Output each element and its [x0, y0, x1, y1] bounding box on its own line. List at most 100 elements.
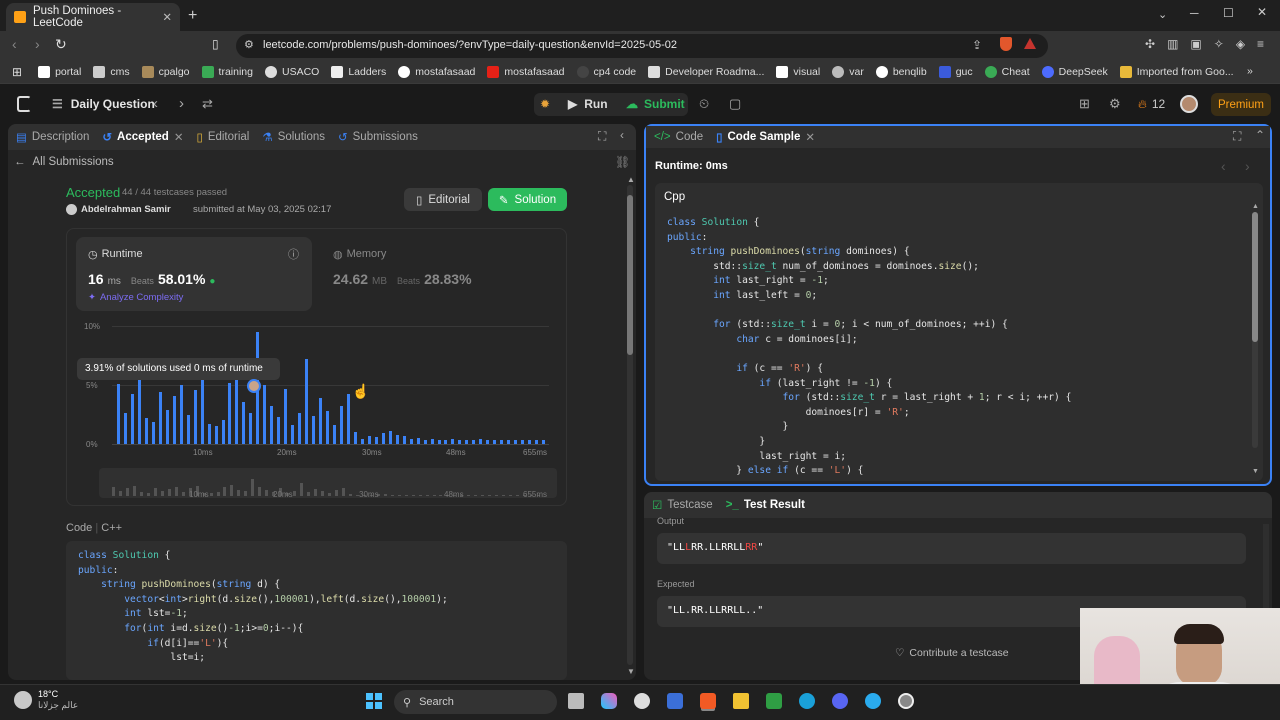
bookmark-icon[interactable]: ▯ [212, 37, 219, 51]
github-desktop-icon[interactable] [634, 693, 650, 709]
brave-shield-icon[interactable] [1000, 37, 1012, 51]
timer-icon[interactable]: ⏲ [699, 96, 709, 112]
bookmark-roadmap[interactable]: Developer Roadma... [648, 65, 764, 78]
histogram-bar[interactable] [291, 425, 295, 444]
tab-solutions[interactable]: ⚗ Solutions [262, 130, 325, 144]
histogram-bar[interactable] [137, 375, 141, 444]
histogram-bar[interactable] [221, 420, 225, 444]
histogram-bar[interactable] [346, 394, 350, 444]
brave-icon[interactable] [700, 693, 716, 709]
tab-code[interactable]: </> Code [654, 131, 703, 143]
bookmark-folder[interactable]: Imported from Goo... [1119, 65, 1234, 78]
tab-editorial[interactable]: ▯ Editorial [196, 130, 249, 144]
apps-icon[interactable]: ⊞ [12, 65, 22, 79]
histogram-bar[interactable] [144, 418, 148, 444]
task-view-icon[interactable] [568, 693, 584, 709]
bookmark-cpalgo[interactable]: cpalgo [141, 65, 190, 78]
histogram-bar[interactable] [172, 395, 176, 444]
histogram-bar[interactable] [312, 415, 316, 444]
maximize-button[interactable]: ☐ [1223, 6, 1234, 20]
extension-icon[interactable]: ✣ [1145, 37, 1155, 51]
bookmark-cms[interactable]: cms [93, 65, 130, 78]
histogram-bar[interactable] [353, 432, 357, 444]
windows-start-icon[interactable] [366, 693, 382, 709]
debug-icon[interactable]: ✹ [540, 97, 550, 111]
streak-counter[interactable]: 🔥︎ 12 [1138, 97, 1165, 112]
histogram-bar[interactable] [326, 410, 330, 444]
scroll-up-icon[interactable]: ▲ [1252, 203, 1259, 210]
bookmark-github-1[interactable]: mostafasaad [398, 65, 475, 78]
histogram-bar[interactable] [319, 397, 323, 444]
discord-icon[interactable] [832, 693, 848, 709]
tab-testcase[interactable]: ☑ Testcase [652, 498, 713, 512]
tab-list-icon[interactable]: ⌄ [1158, 8, 1167, 21]
left-scrollbar[interactable] [627, 185, 633, 665]
histogram-bar[interactable] [165, 409, 169, 444]
histogram-bar[interactable] [249, 413, 253, 444]
bookmark-cheat[interactable]: Cheat [984, 65, 1030, 78]
histogram-bar[interactable] [381, 433, 385, 444]
brave-rewards-icon[interactable] [1024, 38, 1036, 49]
back-icon[interactable]: ‹ [12, 36, 17, 52]
bookmark-guc[interactable]: guc [938, 65, 973, 78]
histogram-bar[interactable] [263, 385, 267, 444]
telegram-icon[interactable] [865, 693, 881, 709]
histogram-bar[interactable] [193, 389, 197, 444]
file-explorer-icon[interactable] [733, 693, 749, 709]
share-icon[interactable]: ⇪ [972, 38, 982, 52]
bookmark-portal[interactable]: portal [38, 65, 81, 78]
histogram-bar[interactable] [235, 373, 239, 444]
scroll-down-icon[interactable]: ▼ [627, 667, 635, 676]
wallet-icon[interactable]: ▣ [1190, 37, 1201, 51]
contribute-testcase-link[interactable]: ♡ Contribute a testcase [895, 647, 1009, 659]
close-tab-icon[interactable]: ✕ [162, 10, 172, 24]
memory-label[interactable]: ◍ Memory [333, 248, 386, 261]
code-scrollbar[interactable] [1252, 212, 1258, 448]
chrome-icon[interactable] [898, 693, 914, 709]
histogram-bar[interactable] [207, 423, 211, 444]
collapse-up-icon[interactable]: ⌃ [1255, 128, 1265, 142]
menu-icon[interactable]: ≡ [1257, 37, 1264, 51]
bookmark-ladders[interactable]: Ladders [331, 65, 386, 78]
weather-widget[interactable]: 18°C عالم جزلانا [14, 689, 78, 711]
next-problem-icon[interactable]: › [179, 95, 184, 112]
histogram-bar[interactable] [179, 385, 183, 444]
editorial-button[interactable]: ▯ Editorial [404, 188, 482, 211]
more-bookmarks-icon[interactable]: » [1247, 65, 1253, 77]
histogram-bar[interactable] [151, 421, 155, 444]
forward-icon[interactable]: › [35, 36, 40, 52]
vscode-icon[interactable] [667, 693, 683, 709]
histogram-bar[interactable] [374, 436, 378, 444]
histogram-bar[interactable] [402, 435, 406, 444]
expand-icon[interactable]: ⛶ [1233, 129, 1241, 144]
histogram-bar[interactable] [333, 425, 336, 444]
expand-icon[interactable]: ⛶ [598, 129, 606, 144]
leetcode-logo-icon[interactable] [17, 96, 31, 112]
histogram-bar[interactable] [130, 394, 134, 444]
info-icon[interactable]: ⓘ [288, 246, 299, 262]
histogram-bar[interactable] [270, 406, 274, 444]
tab-submissions[interactable]: ↺ Submissions [338, 130, 418, 144]
histogram-bar[interactable] [200, 377, 204, 444]
scroll-down-icon[interactable]: ▼ [1252, 468, 1259, 475]
new-tab-button[interactable]: + [188, 7, 197, 25]
histogram-bar[interactable] [305, 359, 309, 444]
bookmark-benqlib[interactable]: benqlib [875, 65, 927, 78]
close-tab-x-icon[interactable]: ✕ [174, 130, 184, 144]
leo-icon[interactable]: ✧ [1214, 37, 1224, 51]
histogram-bar[interactable] [158, 392, 162, 444]
bookmark-usaco[interactable]: USACO [264, 65, 319, 78]
link-icon[interactable]: ⛓ [615, 155, 630, 169]
edge-icon[interactable] [799, 693, 815, 709]
taskbar-search[interactable]: ⚲ Search [394, 690, 557, 714]
tab-code-sample[interactable]: ▯ Code Sample ✕ [716, 130, 815, 144]
minimize-button[interactable]: ─ [1190, 6, 1199, 20]
reload-icon[interactable]: ↻ [55, 36, 67, 53]
histogram-bar[interactable] [277, 416, 281, 444]
bookmark-deepseek[interactable]: DeepSeek [1041, 65, 1108, 78]
histogram-bar[interactable] [242, 401, 246, 444]
settings-gear-icon[interactable]: ⚙ [1109, 96, 1121, 112]
analyze-complexity-link[interactable]: ✦ Analyze Complexity [88, 292, 183, 303]
scroll-up-icon[interactable]: ▲ [627, 175, 635, 184]
solution-button[interactable]: ✎ Solution [488, 188, 567, 211]
